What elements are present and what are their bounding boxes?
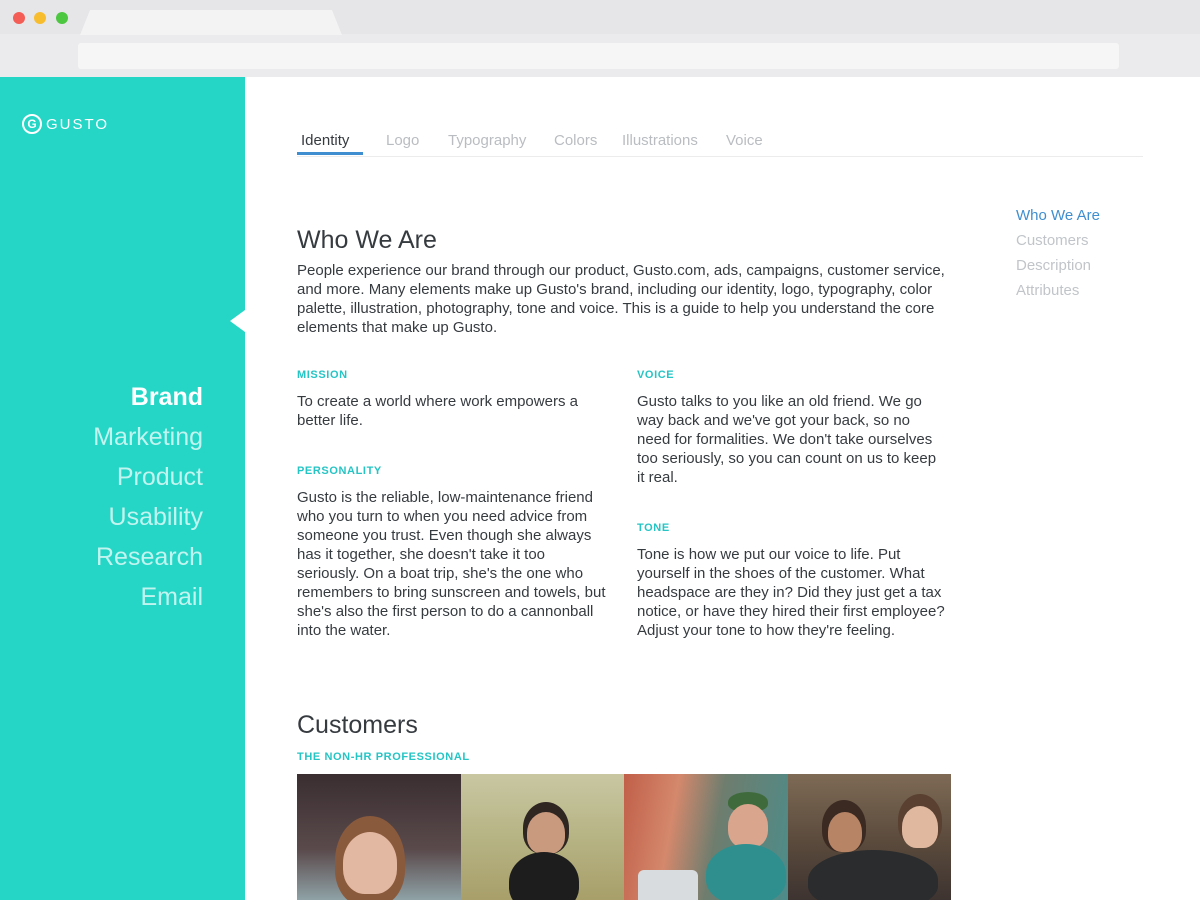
customer-photo-1 (297, 774, 461, 900)
mission-text: To create a world where work empowers a … (297, 393, 578, 429)
tab-illustrations[interactable]: Illustrations (622, 132, 698, 149)
customers-subtitle: THE NON-HR PROFESSIONAL (297, 751, 470, 763)
toc-item-customers[interactable]: Customers (1016, 228, 1100, 253)
close-window-button[interactable] (13, 12, 25, 24)
gusto-logo-text: GUSTO (46, 115, 110, 133)
minimize-window-button[interactable] (34, 12, 46, 24)
section-title-customers: Customers (297, 711, 418, 739)
sidebar-item-usability[interactable]: Usability (93, 497, 203, 537)
toc-item-description[interactable]: Description (1016, 253, 1100, 278)
personality-label: PERSONALITY (297, 465, 382, 477)
customer-photo-2 (460, 774, 624, 900)
customer-photo-4 (787, 774, 951, 900)
voice-text: Gusto talks to you like an old friend. W… (637, 393, 937, 486)
customer-photo-3 (624, 774, 788, 900)
section-title-who-we-are: Who We Are (297, 226, 437, 254)
active-nav-caret-icon (230, 310, 245, 332)
tab-voice[interactable]: Voice (726, 132, 763, 149)
sidebar-item-marketing[interactable]: Marketing (93, 417, 203, 457)
sidebar-item-brand[interactable]: Brand (93, 377, 203, 417)
sidebar-nav: Brand Marketing Product Usability Resear… (93, 377, 203, 617)
mission-label: MISSION (297, 369, 348, 381)
tab-typography[interactable]: Typography (448, 132, 526, 149)
toc-item-who-we-are[interactable]: Who We Are (1016, 203, 1100, 228)
sidebar-item-email[interactable]: Email (93, 577, 203, 617)
tone-text: Tone is how we put our voice to life. Pu… (637, 546, 945, 639)
tab-colors[interactable]: Colors (554, 132, 597, 149)
sidebar-item-product[interactable]: Product (93, 457, 203, 497)
gusto-logo[interactable]: G GUSTO (22, 114, 109, 134)
maximize-window-button[interactable] (56, 12, 68, 24)
browser-chrome (0, 0, 1200, 77)
toc-item-attributes[interactable]: Attributes (1016, 278, 1100, 303)
sidebar: G GUSTO Brand Marketing Product Usabilit… (0, 77, 245, 900)
tab-identity[interactable]: Identity (301, 132, 349, 149)
customer-photo-strip (297, 774, 951, 900)
active-tab-underline (297, 152, 363, 155)
tone-label: TONE (637, 522, 670, 534)
browser-tab[interactable] (80, 10, 342, 35)
section-tabs: Identity Logo Typography Colors Illustra… (297, 129, 1143, 157)
voice-label: VOICE (637, 369, 675, 381)
personality-text: Gusto is the reliable, low-maintenance f… (297, 489, 606, 639)
tab-logo[interactable]: Logo (386, 132, 419, 149)
intro-paragraph: People experience our brand through our … (297, 262, 945, 336)
sidebar-item-research[interactable]: Research (93, 537, 203, 577)
address-bar[interactable] (78, 43, 1119, 69)
page-toc: Who We Are Customers Description Attribu… (1016, 203, 1100, 303)
gusto-logo-icon: G (22, 114, 42, 134)
